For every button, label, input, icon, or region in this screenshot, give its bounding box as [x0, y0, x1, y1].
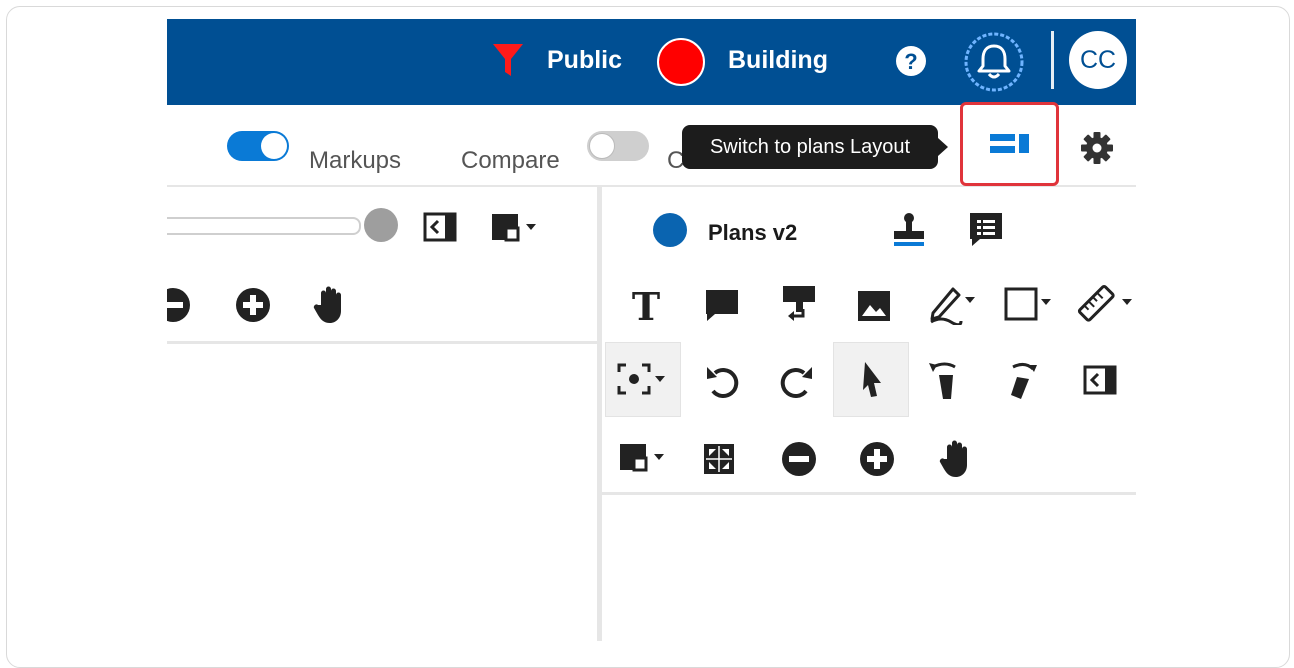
help-icon[interactable]: ?: [893, 43, 929, 79]
pan-hand-icon[interactable]: [313, 283, 349, 325]
compare-label: Compare: [461, 147, 560, 174]
panel-splitter[interactable]: [597, 185, 602, 641]
image-icon[interactable]: [854, 287, 894, 325]
notes-icon[interactable]: [966, 209, 1006, 249]
status-dot-icon: [657, 38, 705, 86]
capture-icon[interactable]: [615, 361, 675, 397]
fit-screen-icon[interactable]: [702, 442, 738, 478]
topbar-divider: [1051, 31, 1054, 89]
right-toolbar-divider: [602, 492, 1136, 495]
layout-tooltip: Switch to plans Layout: [682, 125, 938, 169]
rotate-right-icon[interactable]: [1003, 359, 1039, 403]
top-bar: Public Building ? CC: [167, 19, 1136, 105]
status-label[interactable]: Building: [728, 46, 828, 75]
panel-toggle-icon[interactable]: [423, 212, 457, 242]
page-select-icon-right[interactable]: [618, 442, 670, 476]
filter-label[interactable]: Public: [547, 46, 622, 75]
layout-switch-icon[interactable]: [988, 130, 1032, 162]
measure-icon[interactable]: [1077, 283, 1136, 325]
zoom-out-icon-right[interactable]: [779, 439, 819, 479]
markups-toggle[interactable]: [227, 131, 289, 161]
tooltip-arrow: [938, 138, 948, 156]
compare-toggle[interactable]: [587, 131, 649, 161]
callout-icon[interactable]: [779, 283, 819, 325]
redo-icon[interactable]: [776, 361, 816, 401]
page-select-icon[interactable]: [490, 212, 540, 244]
svg-text:T: T: [632, 285, 660, 325]
markups-label: Markups: [309, 147, 402, 174]
plans-label[interactable]: Plans v2: [708, 220, 797, 246]
text-tool-icon[interactable]: T: [626, 285, 666, 325]
svg-text:?: ?: [904, 49, 917, 74]
zoom-in-icon[interactable]: [233, 285, 273, 325]
zoom-slider-track[interactable]: [167, 217, 361, 235]
avatar[interactable]: CC: [1069, 31, 1127, 89]
panel-toggle-icon-right[interactable]: [1083, 365, 1119, 397]
settings-gear-icon[interactable]: [1078, 129, 1116, 167]
app-viewport: Public Building ? CC Markups Compare C S…: [167, 19, 1136, 641]
zoom-in-icon-right[interactable]: [857, 439, 897, 479]
comment-icon[interactable]: [702, 285, 742, 325]
plans-color-dot: [653, 213, 687, 247]
left-toolbar-divider: [167, 341, 597, 344]
rotate-left-icon[interactable]: [927, 359, 963, 403]
avatar-initials: CC: [1079, 46, 1117, 74]
filter-icon[interactable]: [489, 41, 527, 79]
rectangle-icon[interactable]: [1002, 285, 1054, 325]
zoom-out-icon[interactable]: [167, 285, 195, 325]
undo-icon[interactable]: [703, 361, 743, 401]
select-arrow-icon[interactable]: [857, 359, 887, 401]
notification-bell-icon[interactable]: [963, 31, 1025, 93]
pan-hand-icon-right[interactable]: [939, 437, 975, 479]
pen-icon[interactable]: [927, 283, 979, 325]
stamp-icon[interactable]: [889, 209, 929, 249]
zoom-slider-handle[interactable]: [364, 208, 398, 242]
